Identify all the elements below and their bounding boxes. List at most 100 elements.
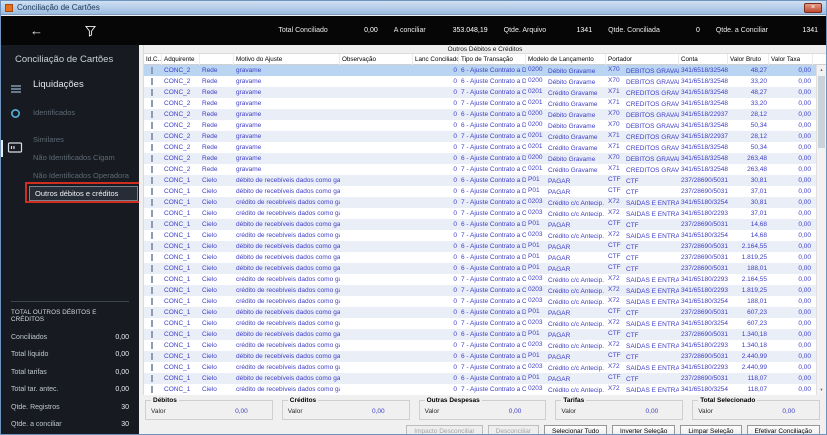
table-row[interactable]: CONC_1 Cielo crédito de recebíveis dados c… [144, 384, 816, 395]
scroll-down-icon[interactable]: ▼ [817, 385, 826, 395]
column-header-2[interactable] [200, 53, 234, 65]
table-row[interactable]: CONC_2 Rede gravame 0 6 - Ajuste Contrato a … [144, 76, 816, 87]
inverter-sele-o-button[interactable]: Inverter Seleção [612, 425, 676, 434]
row-checkbox[interactable] [151, 254, 153, 261]
table-row[interactable]: CONC_1 Cielo crédito de recebíveis dados c… [144, 296, 816, 307]
table-row[interactable]: CONC_1 Cielo crédito de recebíveis dados c… [144, 197, 816, 208]
column-header-9[interactable]: Conta [679, 53, 728, 65]
row-checkbox[interactable] [151, 188, 153, 195]
cell-lanc_conciliado: 0 [453, 375, 457, 382]
table-row[interactable]: CONC_2 Rede gravame 0 7 - Ajuste Contrato a … [144, 87, 816, 98]
scroll-up-icon[interactable]: ▲ [817, 65, 826, 75]
table-row[interactable]: CONC_1 Cielo crédito de recebíveis dados c… [144, 362, 816, 373]
row-checkbox[interactable] [151, 265, 153, 272]
row-checkbox[interactable] [151, 144, 153, 151]
table-row[interactable]: CONC_2 Rede gravame 0 6 - Ajuste Contrato a … [144, 65, 816, 76]
sidebar-item-2[interactable]: Não Identificados Cigam [33, 153, 115, 162]
table-row[interactable]: CONC_1 Cielo débito de recebíveis dados co… [144, 307, 816, 318]
table-row[interactable]: CONC_1 Cielo crédito de recebíveis dados c… [144, 230, 816, 241]
cell-conta: 341/65180/229379 [681, 342, 728, 349]
efetivar-concilia-o-button[interactable]: Efetivar Conciliação [746, 425, 820, 434]
row-checkbox[interactable] [151, 309, 153, 316]
table-row[interactable]: CONC_2 Rede gravame 0 6 - Ajuste Contrato a … [144, 120, 816, 131]
table-row[interactable]: CONC_1 Cielo débito de recebíveis dados co… [144, 252, 816, 263]
back-button[interactable]: ← [30, 24, 43, 37]
filter-button[interactable] [85, 25, 96, 37]
column-header-7[interactable]: Modelo de Lançamento [526, 53, 606, 65]
selecionar-tudo-button[interactable]: Selecionar Tudo [544, 425, 608, 434]
cell-select [144, 177, 162, 184]
table-row[interactable]: CONC_1 Cielo débito de recebíveis dados co… [144, 263, 816, 274]
column-header-4[interactable]: Observação [340, 53, 413, 65]
column-header-5[interactable]: Lanc Conciliado [413, 53, 459, 65]
row-checkbox[interactable] [151, 166, 153, 173]
table-row[interactable]: CONC_2 Rede gravame 0 7 - Ajuste Contrato a … [144, 98, 816, 109]
row-checkbox[interactable] [151, 298, 153, 305]
table-row[interactable]: CONC_1 Cielo débito de recebíveis dados co… [144, 175, 816, 186]
menu-icon[interactable] [10, 81, 22, 99]
table-row[interactable]: CONC_1 Cielo crédito de recebíveis dados c… [144, 318, 816, 329]
row-checkbox[interactable] [151, 133, 153, 140]
column-header-0[interactable]: Id.C... [144, 53, 162, 65]
row-checkbox[interactable] [151, 331, 153, 338]
table-row[interactable]: CONC_1 Cielo débito de recebíveis dados co… [144, 219, 816, 230]
row-checkbox[interactable] [151, 89, 153, 96]
table-row[interactable]: CONC_2 Rede gravame 0 6 - Ajuste Contrato a … [144, 153, 816, 164]
row-checkbox[interactable] [151, 243, 153, 250]
row-checkbox[interactable] [151, 78, 153, 85]
column-header-6[interactable]: Tipo de Transação [459, 53, 526, 65]
row-checkbox[interactable] [151, 342, 153, 349]
row-checkbox[interactable] [151, 111, 153, 118]
row-checkbox[interactable] [151, 221, 153, 228]
sidebar-item-3[interactable]: Não Identificados Operadora [33, 171, 129, 180]
table-row[interactable]: CONC_1 Cielo débito de recebíveis dados co… [144, 241, 816, 252]
sidebar-section-liquidacoes[interactable]: Liquidações [33, 79, 84, 90]
cell-portador: X72 SAIDAS E ENTRADAS CON [606, 363, 679, 372]
column-header-10[interactable]: Valor Bruto [728, 53, 769, 65]
table-row[interactable]: CONC_2 Rede gravame 0 6 - Ajuste Contrato a … [144, 109, 816, 120]
row-checkbox[interactable] [151, 364, 153, 371]
cell-conta: 341/65180/229379 [681, 276, 728, 283]
sidebar-item-1[interactable]: Similares [33, 135, 64, 144]
sidebar-item-4[interactable]: Outros débitos e créditos [29, 186, 138, 201]
column-header-11[interactable]: Valor Taxa [769, 53, 813, 65]
table-row[interactable]: CONC_2 Rede gravame 0 7 - Ajuste Contrato a … [144, 142, 816, 153]
column-header-8[interactable]: Portador [606, 53, 679, 65]
table-row[interactable]: CONC_1 Cielo crédito de recebíveis dados c… [144, 274, 816, 285]
summary-value-label: Valor [151, 408, 166, 415]
vertical-scrollbar[interactable]: ▲ ▼ [816, 65, 826, 395]
table-row[interactable]: CONC_1 Cielo crédito de recebíveis dados c… [144, 208, 816, 219]
sidebar-item-0[interactable]: Identificados [33, 108, 75, 117]
cell-select [144, 67, 162, 74]
row-checkbox[interactable] [151, 232, 153, 239]
row-checkbox[interactable] [151, 177, 153, 184]
row-checkbox[interactable] [151, 287, 153, 294]
table-row[interactable]: CONC_2 Rede gravame 0 7 - Ajuste Contrato a … [144, 164, 816, 175]
cell-motivo: crédito de recebíveis dados como garanti… [236, 276, 340, 283]
row-checkbox[interactable] [151, 210, 153, 217]
table-row[interactable]: CONC_1 Cielo crédito de recebíveis dados c… [144, 340, 816, 351]
close-button[interactable]: × [804, 2, 822, 13]
column-header-1[interactable]: Adquirente [162, 53, 200, 65]
table-row[interactable]: CONC_1 Cielo débito de recebíveis dados co… [144, 329, 816, 340]
row-checkbox[interactable] [151, 276, 153, 283]
row-checkbox[interactable] [151, 155, 153, 162]
table-row[interactable]: CONC_1 Cielo crédito de recebíveis dados c… [144, 285, 816, 296]
row-checkbox[interactable] [151, 100, 153, 107]
row-checkbox[interactable] [151, 386, 153, 393]
limpar-sele-o-button[interactable]: Limpar Seleção [680, 425, 742, 434]
row-checkbox[interactable] [151, 320, 153, 327]
cell-lanc_conciliado: 0 [453, 144, 457, 151]
table-row[interactable]: CONC_1 Cielo débito de recebíveis dados co… [144, 373, 816, 384]
table-row[interactable]: CONC_1 Cielo débito de recebíveis dados co… [144, 351, 816, 362]
table-row[interactable]: CONC_2 Rede gravame 0 7 - Ajuste Contrato a … [144, 131, 816, 142]
table-row[interactable]: CONC_1 Cielo débito de recebíveis dados co… [144, 186, 816, 197]
row-checkbox[interactable] [151, 199, 153, 206]
row-checkbox[interactable] [151, 353, 153, 360]
row-checkbox[interactable] [151, 122, 153, 129]
cell-valor_bruto: 37,01 [750, 188, 767, 195]
scrollbar-thumb[interactable] [818, 76, 825, 148]
row-checkbox[interactable] [151, 67, 153, 74]
row-checkbox[interactable] [151, 375, 153, 382]
column-header-3[interactable]: Motivo do Ajuste [234, 53, 340, 65]
